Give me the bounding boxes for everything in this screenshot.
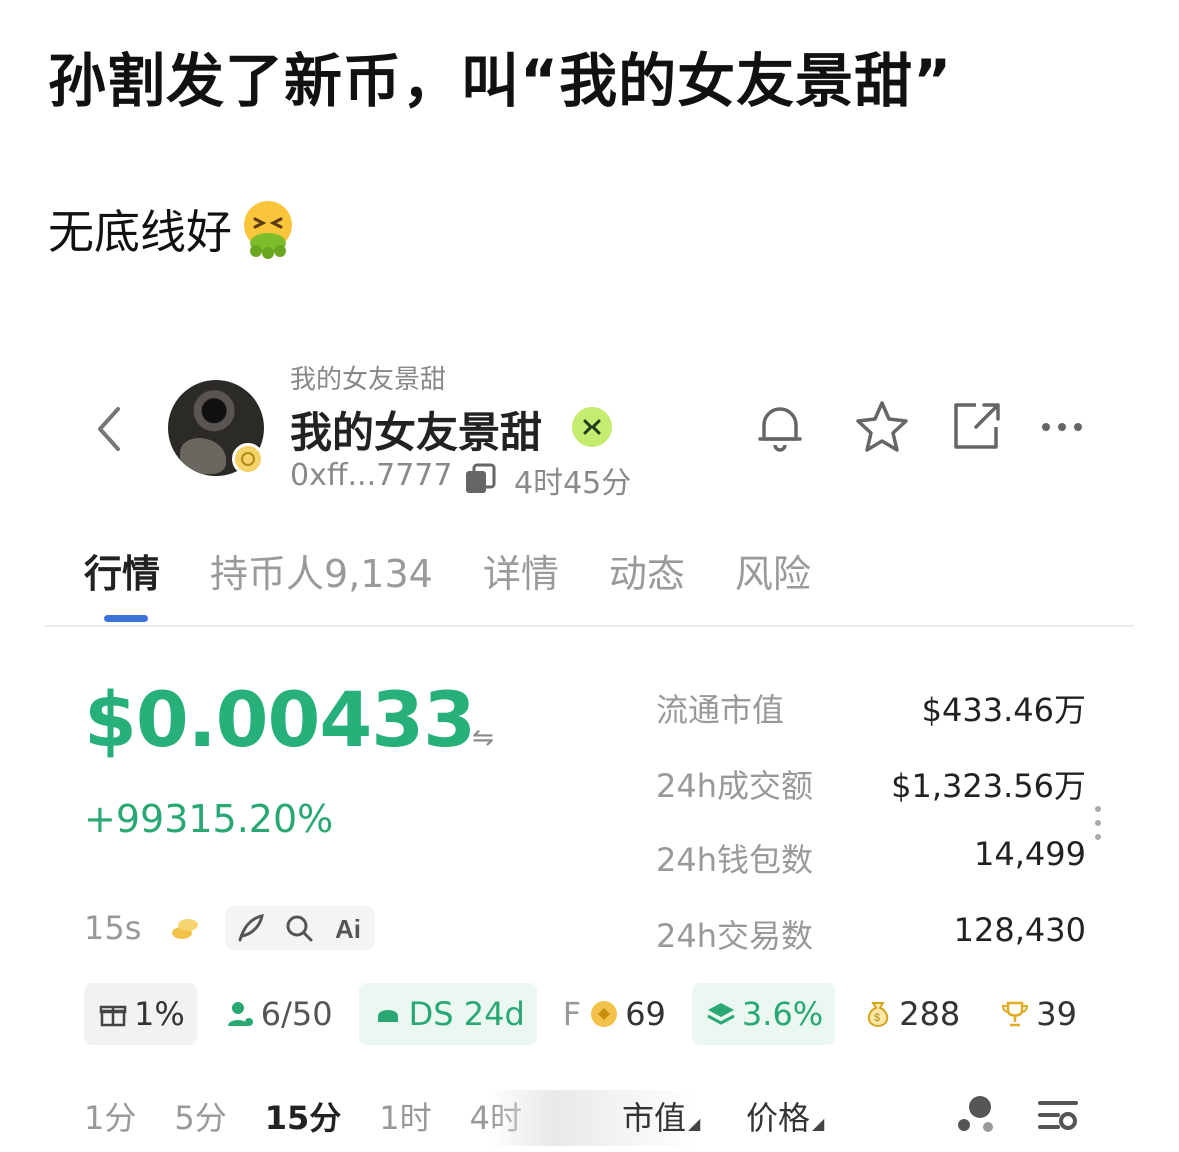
search-icon[interactable]	[283, 912, 315, 944]
ds-icon	[371, 997, 405, 1031]
stat-value: 128,430	[953, 911, 1086, 949]
svg-text:$: $	[874, 1012, 880, 1024]
stat-value: $433.46万	[921, 691, 1086, 729]
layers-icon	[704, 997, 738, 1031]
bell-icon[interactable]	[750, 397, 810, 457]
mode-dropdown[interactable]: 市值 ◢	[622, 1093, 700, 1139]
badge-ds[interactable]: DS 24d	[358, 983, 537, 1045]
post-title: 孙割发了新币，叫“我的女友景甜”	[48, 47, 953, 115]
back-icon[interactable]	[94, 405, 124, 453]
stat-label: 24h交易数	[656, 917, 814, 955]
stat-row-24h-trades: 24h交易数 128,430	[656, 911, 1086, 959]
quick-actions: 15s Ai	[84, 897, 393, 959]
timeframe-15m[interactable]: 15分	[265, 1093, 342, 1139]
stat-value: 14,499	[974, 835, 1086, 873]
token-subname: 我的女友景甜	[290, 365, 447, 395]
stat-value: $1,323.56万	[891, 767, 1086, 805]
badge-text: 288	[899, 995, 961, 1033]
token-age: 4时45分	[514, 466, 632, 501]
refresh-interval[interactable]: 15s	[84, 909, 141, 947]
trophy-icon	[998, 997, 1032, 1031]
badge-text: 39	[1036, 995, 1077, 1033]
type-dropdown[interactable]: 价格 ◢	[746, 1093, 824, 1139]
token-name: 我的女友景甜	[290, 408, 543, 457]
timeframe-5m[interactable]: 5分	[174, 1093, 226, 1139]
tab-market[interactable]: 行情	[84, 543, 160, 598]
swap-icon[interactable]: ⇋	[472, 723, 494, 753]
badge-holders-pct[interactable]: 3.6%	[691, 983, 836, 1045]
gift-icon	[96, 997, 130, 1031]
user-icon	[223, 997, 257, 1031]
tab-activity[interactable]: 动态	[609, 543, 685, 598]
badge-text: 1%	[134, 995, 185, 1033]
badge-text: DS 24d	[408, 995, 525, 1033]
chart-settings-icon[interactable]	[1034, 1091, 1082, 1139]
vertical-more-icon[interactable]	[1092, 803, 1104, 843]
timeframe-1h[interactable]: 1时	[379, 1093, 431, 1139]
badge-text: 3.6%	[741, 995, 824, 1033]
stat-label: 流通市值	[656, 691, 785, 729]
badge-text: 6/50	[260, 995, 333, 1033]
star-icon[interactable]	[852, 397, 912, 457]
share-icon[interactable]	[946, 397, 1006, 457]
stat-label: 24h钱包数	[656, 841, 814, 879]
active-tab-indicator	[104, 615, 148, 622]
indicators-icon[interactable]	[952, 1091, 1000, 1139]
more-icon[interactable]	[1032, 397, 1092, 457]
token-page-screenshot: 我的女友景甜 我的女友景甜 0xff...7777 4时45分 行情 持币人9,…	[44, 345, 1144, 1152]
post-body-text: 无底线好	[48, 205, 232, 259]
badge-trophy[interactable]: 39	[986, 983, 1089, 1045]
tab-details[interactable]: 详情	[483, 543, 559, 598]
tab-risk[interactable]: 风险	[735, 543, 811, 598]
nauseated-vomiting-face-icon	[244, 201, 292, 259]
divider	[44, 625, 1134, 627]
feather-icon[interactable]	[234, 912, 266, 944]
chain-badge-icon	[232, 443, 264, 475]
type-dropdown-label: 价格	[746, 1099, 811, 1137]
stat-row-market-cap: 流通市值 $433.46万	[656, 685, 1086, 733]
stat-label: 24h成交额	[656, 767, 814, 805]
verified-icon	[572, 407, 612, 447]
price-change: +99315.20%	[84, 797, 334, 841]
post-body: 无底线好	[48, 196, 298, 262]
coin-icon	[587, 997, 621, 1031]
badge-fee[interactable]: F 69	[551, 983, 678, 1045]
ai-icon[interactable]: Ai	[333, 912, 367, 944]
coins-icon[interactable]	[163, 906, 207, 950]
weibo-post: 孙割发了新币，叫“我的女友景甜” 无底线好 我的女友景甜 我的女友景甜 0xff…	[0, 0, 1179, 1152]
badge-money[interactable]: $ 288	[849, 983, 972, 1045]
badge-tax[interactable]: 1%	[84, 983, 197, 1045]
token-address: 0xff...7777	[290, 458, 453, 493]
tab-bar: 行情 持币人9,134 详情 动态 风险	[84, 543, 861, 598]
stat-row-24h-volume: 24h成交额 $1,323.56万	[656, 761, 1086, 809]
tab-holders[interactable]: 持币人9,134	[210, 543, 433, 598]
caret-down-icon: ◢	[688, 1114, 701, 1133]
svg-text:Ai: Ai	[335, 914, 361, 944]
copy-icon[interactable]	[462, 461, 498, 497]
mode-dropdown-label: 市值	[622, 1099, 687, 1137]
token-badges: 1% 6/50 DS 24d F 69 3.6% $ 288 39	[84, 983, 1103, 1045]
money-bag-icon: $	[861, 997, 895, 1031]
caret-down-icon: ◢	[812, 1114, 825, 1133]
stat-row-24h-wallets: 24h钱包数 14,499	[656, 835, 1086, 883]
badge-prefix: F	[562, 995, 582, 1033]
token-price: $0.00433	[84, 675, 476, 764]
badge-text: 69	[625, 995, 666, 1033]
timeframe-1m[interactable]: 1分	[84, 1093, 136, 1139]
tool-group: Ai	[225, 906, 376, 950]
badge-insiders[interactable]: 6/50	[211, 983, 345, 1045]
